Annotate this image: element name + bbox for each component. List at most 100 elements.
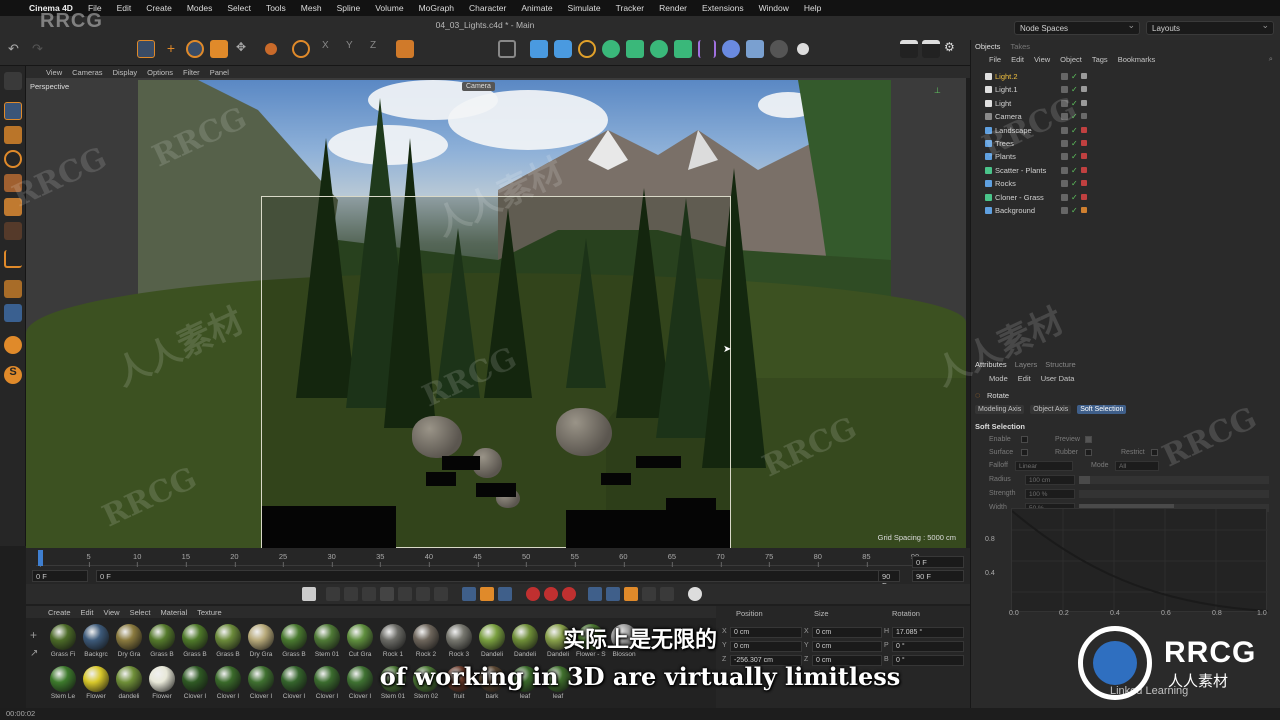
mat-menu-select[interactable]: Select	[130, 608, 151, 617]
rotate-tool-icon[interactable]	[186, 40, 204, 58]
key-selection-icon[interactable]	[562, 587, 576, 601]
subdivision-icon[interactable]	[626, 40, 644, 58]
next-frame-icon[interactable]	[398, 587, 412, 601]
enabled-check-icon[interactable]: ✓	[1071, 150, 1078, 163]
menu-tracker[interactable]: Tracker	[616, 3, 645, 13]
move-icon[interactable]: +	[162, 40, 180, 58]
min-frame-field[interactable]: 0 F	[96, 570, 896, 582]
texture-mode-icon[interactable]	[4, 126, 22, 144]
rubber-checkbox[interactable]	[1085, 449, 1092, 456]
menu-render[interactable]: Render	[659, 3, 687, 13]
prev-key-icon[interactable]	[344, 587, 358, 601]
object-tag-icon[interactable]	[1081, 166, 1087, 173]
mode-select[interactable]: All	[1115, 461, 1159, 471]
floor-icon[interactable]	[746, 40, 764, 58]
enabled-check-icon[interactable]: ✓	[1071, 110, 1078, 123]
grid-icon[interactable]	[4, 304, 22, 322]
attr-menu-userdata[interactable]: User Data	[1041, 374, 1075, 383]
go-to-end-icon[interactable]	[434, 587, 448, 601]
object-tag-icon[interactable]	[1081, 193, 1087, 200]
rotate-icon[interactable]	[292, 40, 310, 58]
object-row[interactable]: Light.2 ✓	[971, 70, 1280, 83]
mograph-icon[interactable]	[674, 40, 692, 58]
param-key-icon[interactable]	[642, 587, 656, 601]
next-key-icon[interactable]	[416, 587, 430, 601]
visibility-toggle[interactable]	[1061, 207, 1068, 214]
object-row[interactable]: Scatter - Plants ✓	[971, 164, 1280, 177]
prev-frame-icon[interactable]	[362, 587, 376, 601]
layouts-dropdown[interactable]: Layouts	[1146, 20, 1274, 35]
pos-key-icon[interactable]	[588, 587, 602, 601]
snap-icon[interactable]	[265, 43, 277, 55]
object-row[interactable]: Cloner - Grass ✓	[971, 191, 1280, 204]
object-tag-icon[interactable]	[1081, 113, 1087, 120]
cube-icon[interactable]	[554, 40, 572, 58]
attr-menu-mode[interactable]: Mode	[989, 374, 1008, 383]
x-axis-icon[interactable]: X	[322, 40, 340, 58]
object-row[interactable]: Light.1 ✓	[971, 83, 1280, 96]
z-axis-icon[interactable]: Z	[370, 40, 388, 58]
scale-key-icon[interactable]	[624, 587, 638, 601]
current-frame-field[interactable]: 0 F	[912, 556, 964, 568]
visibility-toggle[interactable]	[1061, 73, 1068, 80]
snapping-icon[interactable]	[4, 280, 22, 298]
enabled-check-icon[interactable]: ✓	[1071, 83, 1078, 96]
object-row[interactable]: Landscape ✓	[971, 124, 1280, 137]
workplane-icon[interactable]	[4, 250, 22, 268]
polygons-mode-icon[interactable]	[4, 222, 22, 240]
vp-menu-cameras[interactable]: Cameras	[72, 68, 102, 77]
record-toggle-icon[interactable]	[302, 587, 316, 601]
menu-modes[interactable]: Modes	[187, 3, 213, 13]
max-frame-field[interactable]: 90 F	[912, 570, 964, 582]
null-icon[interactable]	[530, 40, 548, 58]
transform-icon[interactable]: ✥	[236, 40, 254, 58]
vp-menu-filter[interactable]: Filter	[183, 68, 200, 77]
rot-key-icon[interactable]	[606, 587, 620, 601]
menu-tools[interactable]: Tools	[266, 3, 286, 13]
cloner-icon[interactable]	[650, 40, 668, 58]
object-row[interactable]: Light ✓	[971, 97, 1280, 110]
search-icon[interactable]: ⌕	[1269, 54, 1273, 64]
scale-icon[interactable]	[210, 40, 228, 58]
object-row[interactable]: Rocks ✓	[971, 177, 1280, 190]
coordinate-system-icon[interactable]	[396, 40, 414, 58]
falloff-select[interactable]: Linear	[1015, 461, 1073, 471]
menu-spline[interactable]: Spline	[337, 3, 361, 13]
autokey-icon[interactable]	[544, 587, 558, 601]
obj-menu-edit[interactable]: Edit	[1011, 55, 1024, 64]
record-icon[interactable]	[526, 587, 540, 601]
axis-mode-icon[interactable]	[4, 150, 22, 168]
node-spaces-dropdown[interactable]: Node Spaces	[1014, 20, 1140, 35]
visibility-toggle[interactable]	[1061, 99, 1068, 107]
enabled-check-icon[interactable]: ✓	[1071, 124, 1078, 137]
subtab-soft-selection[interactable]: Soft Selection	[1077, 405, 1127, 414]
visibility-toggle[interactable]	[1061, 153, 1068, 161]
obj-menu-view[interactable]: View	[1034, 55, 1050, 64]
enabled-check-icon[interactable]: ✓	[1071, 164, 1078, 177]
play-icon[interactable]	[380, 587, 394, 601]
obj-menu-object[interactable]: Object	[1060, 55, 1082, 64]
mat-menu-edit[interactable]: Edit	[81, 608, 94, 617]
go-to-start-icon[interactable]	[326, 587, 340, 601]
pen-icon[interactable]	[578, 40, 596, 58]
enabled-check-icon[interactable]: ✓	[1071, 137, 1078, 150]
visibility-toggle[interactable]	[1061, 140, 1068, 147]
visibility-toggle[interactable]	[1061, 193, 1068, 201]
obj-menu-tags[interactable]: Tags	[1092, 55, 1108, 64]
render-picture-viewer-icon[interactable]	[922, 40, 940, 58]
object-row[interactable]: Trees ✓	[971, 137, 1280, 150]
playhead[interactable]	[38, 550, 43, 566]
edges-mode-icon[interactable]	[4, 198, 22, 216]
object-row[interactable]: Background ✓	[971, 204, 1280, 217]
render-region-icon[interactable]	[498, 40, 516, 58]
model-mode-icon[interactable]	[4, 102, 22, 120]
menu-window[interactable]: Window	[759, 3, 789, 13]
loop-icon[interactable]	[462, 587, 476, 601]
object-tag-icon[interactable]	[1081, 153, 1087, 160]
start-frame-field[interactable]: 0 F	[32, 570, 88, 582]
enabled-check-icon[interactable]: ✓	[1071, 97, 1078, 110]
menu-create[interactable]: Create	[146, 3, 172, 13]
magnet-icon[interactable]	[4, 336, 22, 354]
mat-menu-create[interactable]: Create	[48, 608, 71, 617]
menu-mograph[interactable]: MoGraph	[419, 3, 454, 13]
